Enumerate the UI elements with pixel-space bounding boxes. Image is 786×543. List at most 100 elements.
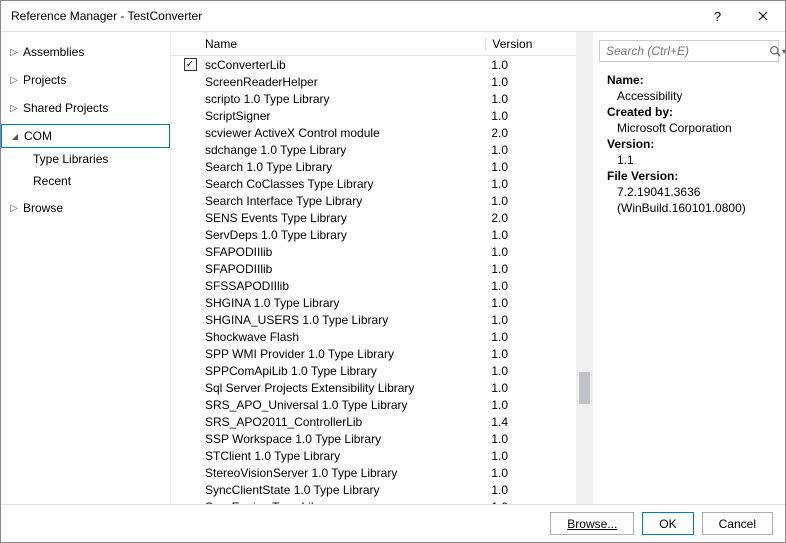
- nav-item-assemblies[interactable]: ▷ Assemblies: [1, 40, 170, 64]
- list-item[interactable]: SPP WMI Provider 1.0 Type Library1.0: [171, 345, 593, 362]
- list-item[interactable]: scviewer ActiveX Control module2.0: [171, 124, 593, 141]
- nav-item-label: Assemblies: [23, 45, 84, 59]
- list-item[interactable]: Search 1.0 Type Library1.0: [171, 158, 593, 175]
- list-item-version: 2.0: [485, 126, 579, 140]
- list-item[interactable]: Sql Server Projects Extensibility Librar…: [171, 379, 593, 396]
- list-item-name: Shockwave Flash: [201, 330, 485, 344]
- nav-subitem-type-libraries[interactable]: Type Libraries: [1, 148, 170, 170]
- detail-filever-label: File Version:: [607, 168, 779, 184]
- list-item[interactable]: SPPComApiLib 1.0 Type Library1.0: [171, 362, 593, 379]
- list-item-version: 1.0: [485, 483, 579, 497]
- list-item-checkbox[interactable]: ✓: [179, 58, 201, 71]
- list-item[interactable]: ScriptSigner1.0: [171, 107, 593, 124]
- list-item[interactable]: Shockwave Flash1.0: [171, 328, 593, 345]
- column-name[interactable]: Name: [201, 37, 485, 51]
- nav-item-com[interactable]: ◢COM: [1, 124, 170, 148]
- list-item-version: 1.0: [485, 500, 579, 505]
- nav-subitem-recent[interactable]: Recent: [1, 170, 170, 192]
- list-item[interactable]: scripto 1.0 Type Library1.0: [171, 90, 593, 107]
- detail-createdby-label: Created by:: [607, 104, 779, 120]
- list-item-version: 1.0: [485, 364, 579, 378]
- reference-list-panel: Name Version ✓ scConverterLib 1.0 ScreenRea…: [170, 32, 593, 504]
- list-item[interactable]: SSP Workspace 1.0 Type Library1.0: [171, 430, 593, 447]
- list-item-name: ScriptSigner: [201, 109, 485, 123]
- list-item-version: 1.0: [485, 279, 579, 293]
- list-item-name: SRS_APO2011_ControllerLib: [201, 415, 485, 429]
- search-box[interactable]: ▾: [599, 40, 779, 62]
- reference-details: Name: Accessibility Created by: Microsof…: [593, 70, 785, 216]
- list-item[interactable]: SFAPODIIlib1.0: [171, 243, 593, 260]
- browse-button[interactable]: Browse...: [550, 512, 634, 535]
- cancel-button[interactable]: Cancel: [702, 512, 773, 535]
- list-item-name: Search 1.0 Type Library: [201, 160, 485, 174]
- list-item-name: SFAPODIIlib: [201, 245, 485, 259]
- list-item-name: Sql Server Projects Extensibility Librar…: [201, 381, 485, 395]
- detail-name-value: Accessibility: [607, 88, 779, 104]
- list-item-version: 1.0: [485, 398, 579, 412]
- list-item-name: scviewer ActiveX Control module: [201, 126, 485, 140]
- list-item[interactable]: SFAPODIIlib1.0: [171, 260, 593, 277]
- list-item[interactable]: SRS_APO2011_ControllerLib1.4: [171, 413, 593, 430]
- list-item-name: Search Interface Type Library: [201, 194, 485, 208]
- checkbox-checked-icon[interactable]: ✓: [184, 58, 197, 71]
- list-item-version: 1.0: [485, 143, 579, 157]
- list-item[interactable]: SHGINA 1.0 Type Library1.0: [171, 294, 593, 311]
- close-button[interactable]: [740, 1, 785, 31]
- list-item-version: 1.0: [485, 347, 579, 361]
- list-scrollbar[interactable]: [576, 32, 593, 504]
- help-button[interactable]: ?: [695, 1, 740, 31]
- chevron-right-icon: ▷: [9, 203, 19, 214]
- nav-item-label: Browse: [23, 201, 63, 215]
- list-item-name: scripto 1.0 Type Library: [201, 92, 485, 106]
- detail-filever-value1: 7.2.19041.3636: [607, 184, 779, 200]
- column-version[interactable]: Version: [485, 37, 579, 51]
- list-item-name: SSP Workspace 1.0 Type Library: [201, 432, 485, 446]
- list-item[interactable]: STClient 1.0 Type Library1.0: [171, 447, 593, 464]
- list-item-version: 1.0: [485, 194, 579, 208]
- list-item-version: 1.0: [485, 381, 579, 395]
- list-item[interactable]: ScreenReaderHelper1.0: [171, 73, 593, 90]
- list-item[interactable]: StereoVisionServer 1.0 Type Library1.0: [171, 464, 593, 481]
- list-item-name: scConverterLib: [201, 58, 485, 72]
- list-item-name: STClient 1.0 Type Library: [201, 449, 485, 463]
- list-item-name: SRS_APO_Universal 1.0 Type Library: [201, 398, 485, 412]
- chevron-down-icon: ◢: [10, 132, 20, 141]
- detail-filever-value2: (WinBuild.160101.0800): [607, 200, 779, 216]
- list-item-name: SFSSAPODIIlib: [201, 279, 485, 293]
- list-item[interactable]: SyncEngine Type Library1.0: [171, 498, 593, 504]
- list-item-version: 1.0: [485, 92, 579, 106]
- list-item[interactable]: SyncClientState 1.0 Type Library1.0: [171, 481, 593, 498]
- search-input[interactable]: [600, 44, 769, 58]
- nav-item-projects[interactable]: ▷Projects: [1, 68, 170, 92]
- reference-list[interactable]: ✓scConverterLib1.0ScreenReaderHelper1.0s…: [171, 56, 593, 504]
- list-item[interactable]: sdchange 1.0 Type Library1.0: [171, 141, 593, 158]
- ok-button[interactable]: OK: [642, 512, 693, 535]
- list-item[interactable]: SHGINA_USERS 1.0 Type Library1.0: [171, 311, 593, 328]
- list-item[interactable]: Search CoClasses Type Library1.0: [171, 175, 593, 192]
- list-item-version: 1.0: [485, 296, 579, 310]
- list-item-version: 1.0: [485, 177, 579, 191]
- chevron-right-icon: ▷: [9, 103, 19, 114]
- list-item-name: SENS Events Type Library: [201, 211, 485, 225]
- details-panel: ▾ Name: Accessibility Created by: Micros…: [593, 32, 785, 504]
- search-dropdown-icon[interactable]: ▾: [782, 47, 785, 56]
- list-item[interactable]: SRS_APO_Universal 1.0 Type Library1.0: [171, 396, 593, 413]
- list-item-name: SPPComApiLib 1.0 Type Library: [201, 364, 485, 378]
- list-item-version: 1.4: [485, 415, 579, 429]
- scrollbar-thumb[interactable]: [579, 372, 590, 404]
- list-item-version: 1.0: [485, 330, 579, 344]
- list-item[interactable]: Search Interface Type Library1.0: [171, 192, 593, 209]
- search-icon[interactable]: [769, 41, 782, 61]
- list-item[interactable]: ServDeps 1.0 Type Library1.0: [171, 226, 593, 243]
- nav-item-browse[interactable]: ▷ Browse: [1, 196, 170, 220]
- list-item-version: 1.0: [485, 432, 579, 446]
- reference-manager-window: Reference Manager - TestConverter ? ▷Ass…: [0, 0, 786, 543]
- list-item-name: SFAPODIIlib: [201, 262, 485, 276]
- list-item[interactable]: ✓scConverterLib1.0: [171, 56, 593, 73]
- chevron-right-icon: ▷: [9, 47, 19, 58]
- nav-item-shared-projects[interactable]: ▷Shared Projects: [1, 96, 170, 120]
- list-item-version: 2.0: [485, 211, 579, 225]
- list-item-name: SyncClientState 1.0 Type Library: [201, 483, 485, 497]
- list-item[interactable]: SFSSAPODIIlib1.0: [171, 277, 593, 294]
- list-item[interactable]: SENS Events Type Library2.0: [171, 209, 593, 226]
